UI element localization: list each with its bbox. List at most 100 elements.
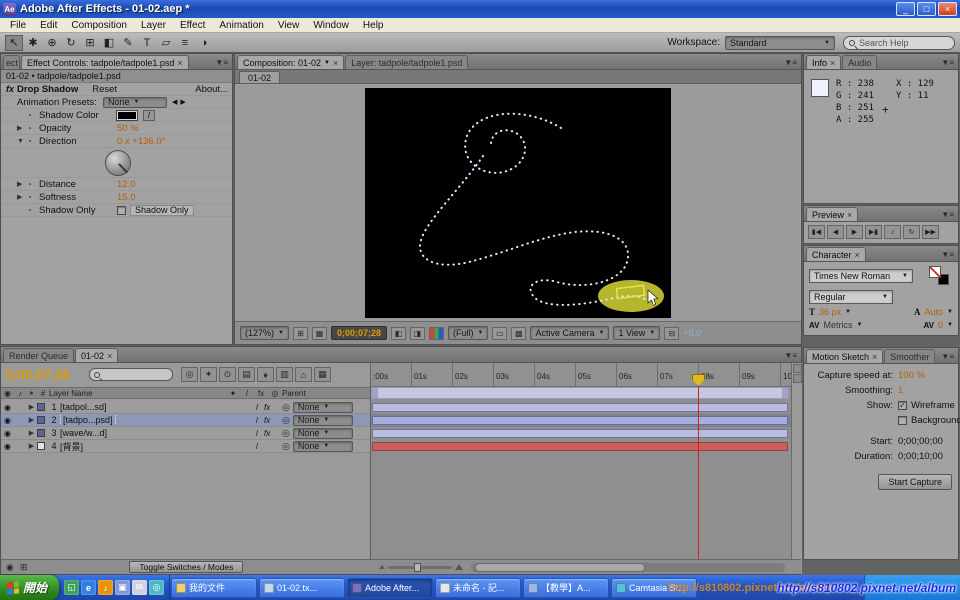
layer-color-chip[interactable] (37, 442, 45, 450)
quicklaunch-folder-icon[interactable]: ▣ (115, 580, 130, 595)
fx-switch[interactable]: fx (264, 403, 282, 412)
menu-layer[interactable]: Layer (134, 20, 173, 31)
capture-speed-value[interactable]: 100 % (898, 370, 925, 381)
first-frame-button[interactable]: ▮◀ (808, 225, 825, 239)
layer-name-column-label[interactable]: Layer Name (49, 389, 226, 398)
duration-value[interactable]: 0;00;10;00 (898, 451, 943, 462)
zoom-handle[interactable] (414, 563, 421, 572)
zoom-tool-icon[interactable]: ⊕ (43, 35, 61, 51)
close-tab-icon[interactable]: × (872, 352, 877, 362)
quality-switch[interactable]: / (250, 429, 264, 438)
menu-help[interactable]: Help (356, 20, 391, 31)
resolution-select[interactable]: (Full)▼ (448, 326, 488, 340)
comp-marker-bin-icon[interactable] (793, 364, 802, 373)
play-button[interactable]: ▶ (846, 225, 863, 239)
menu-effect[interactable]: Effect (173, 20, 212, 31)
current-time-button[interactable]: 0;00;07;28 (331, 326, 387, 340)
close-tab-icon[interactable]: × (847, 210, 852, 220)
frame-blending-icon[interactable]: ▤ (238, 367, 255, 382)
shadow-color-swatch[interactable] (117, 111, 137, 120)
graph-editor-icon[interactable]: ▦ (314, 367, 331, 382)
fill-stroke-swatches[interactable] (927, 265, 953, 287)
parent-select[interactable]: None▼ (293, 402, 353, 413)
ram-preview-button[interactable]: ▶▶ (922, 225, 939, 239)
direction-dial[interactable] (105, 150, 131, 176)
about-link[interactable]: About... (195, 84, 228, 95)
menu-file[interactable]: File (3, 20, 33, 31)
work-area-bar[interactable] (371, 387, 789, 399)
direction-value[interactable]: 0 x +136.0° (117, 136, 165, 147)
tab-audio[interactable]: Audio (842, 55, 877, 69)
panel-menu-icon[interactable]: ▼≡ (780, 58, 801, 69)
wireframe-checkbox[interactable]: ✓ (898, 401, 907, 410)
taskbar-item-tutorial-doc[interactable]: 【教學】A... (523, 578, 609, 598)
motion-blur-icon[interactable]: ♦ (257, 367, 274, 382)
pickwhip-icon[interactable]: ◎ (282, 428, 290, 439)
toggle-switches-modes-button[interactable]: Toggle Switches / Modes (129, 561, 243, 573)
layer-bar-1[interactable] (372, 403, 788, 412)
softness-value[interactable]: 15.0 (117, 192, 136, 203)
timeline-current-time[interactable]: 0;00;07;28 (6, 367, 70, 382)
search-help-input[interactable]: Search Help (843, 36, 955, 50)
next-frame-button[interactable]: ▶▮ (865, 225, 882, 239)
auto-keyframe-icon[interactable]: ⌂ (295, 367, 312, 382)
menu-composition[interactable]: Composition (64, 20, 134, 31)
workspace-select[interactable]: Standard ▼ (725, 36, 835, 50)
visibility-toggle[interactable]: ◉ (1, 416, 14, 425)
menu-animation[interactable]: Animation (212, 20, 270, 31)
time-ruler[interactable]: :00s 01s 02s 03s 04s 05s 06s 07s 08s 09s… (371, 363, 791, 387)
type-tool-icon[interactable]: T (138, 35, 156, 51)
taskbar-item-text-file[interactable]: 01-02.tx... (259, 578, 345, 598)
reset-link[interactable]: Reset (92, 84, 117, 95)
timeline-scrollbar[interactable] (793, 374, 802, 383)
quicklaunch-browser-icon[interactable]: e (81, 580, 96, 595)
chevron-down-icon[interactable]: ▼ (857, 322, 863, 328)
layer-expander-icon[interactable]: ▶ (26, 442, 37, 450)
parent-select[interactable]: None▼ (293, 428, 353, 439)
background-checkbox[interactable] (898, 416, 907, 425)
taskbar-item-after-effects[interactable]: Adobe After... (347, 578, 433, 598)
start-value[interactable]: 0;00;00;00 (898, 436, 943, 447)
expander-icon[interactable]: ▶ (17, 193, 27, 201)
panel-menu-icon[interactable]: ▼≡ (937, 58, 958, 69)
brainstorm-icon[interactable]: ▥ (276, 367, 293, 382)
layer-color-chip[interactable] (37, 429, 45, 437)
quicklaunch-mediaplayer-icon[interactable]: ♪ (98, 580, 113, 595)
menu-window[interactable]: Window (306, 20, 356, 31)
pen-tool-icon[interactable]: ✎ (119, 35, 137, 51)
pickwhip-icon[interactable]: ◎ (282, 441, 290, 452)
fx-switch[interactable]: fx (264, 429, 282, 438)
grid-guides-icon[interactable]: ⊞ (293, 327, 308, 340)
rotate-tool-icon[interactable]: ↻ (62, 35, 80, 51)
preset-next-icon[interactable]: ▶ (180, 98, 185, 106)
show-snapshot-icon[interactable]: ◨ (410, 327, 425, 340)
tab-timeline-comp[interactable]: 01-02× (75, 348, 118, 362)
close-button[interactable]: × (938, 2, 957, 16)
region-of-interest-icon[interactable]: ▭ (492, 327, 507, 340)
previous-frame-button[interactable]: ◀ (827, 225, 844, 239)
panel-menu-icon[interactable]: ▼≡ (211, 58, 232, 69)
tab-render-queue[interactable]: Render Queue (3, 348, 74, 362)
tab-smoother[interactable]: Smoother (884, 349, 935, 363)
scrollbar-thumb[interactable] (475, 563, 645, 572)
audio-button[interactable]: ♪ (884, 225, 901, 239)
close-tab-icon[interactable]: × (107, 351, 112, 361)
font-family-select[interactable]: Times New Roman▼ (809, 269, 913, 283)
pickwhip-icon[interactable]: ◎ (282, 415, 290, 426)
stopwatch-icon[interactable]: ◔ (27, 124, 39, 133)
tab-motion-sketch[interactable]: Motion Sketch× (806, 349, 883, 363)
visibility-toggle[interactable]: ◉ (1, 429, 14, 438)
layer-expander-icon[interactable]: ▶ (26, 403, 37, 411)
layer-name[interactable]: [背景] (60, 440, 250, 453)
expander-icon[interactable]: ▶ (17, 124, 27, 132)
camera-tool-icon[interactable]: ⊞ (81, 35, 99, 51)
mask-visibility-icon[interactable]: ▦ (312, 327, 327, 340)
layer-expander-icon[interactable]: ▶ (26, 416, 37, 424)
camera-select[interactable]: Active Camera▼ (530, 326, 609, 340)
layer-name[interactable]: [tadpo...psd] (60, 415, 250, 425)
clone-tool-icon[interactable]: ◑ (195, 35, 213, 51)
shape-tool-icon[interactable]: ▱ (157, 35, 175, 51)
quicklaunch-app-icon[interactable]: ◎ (149, 580, 164, 595)
tab-effect-controls[interactable]: Effect Controls: tadpole/tadpole1.psd × (21, 55, 189, 69)
preset-prev-icon[interactable]: ◀ (172, 98, 177, 106)
